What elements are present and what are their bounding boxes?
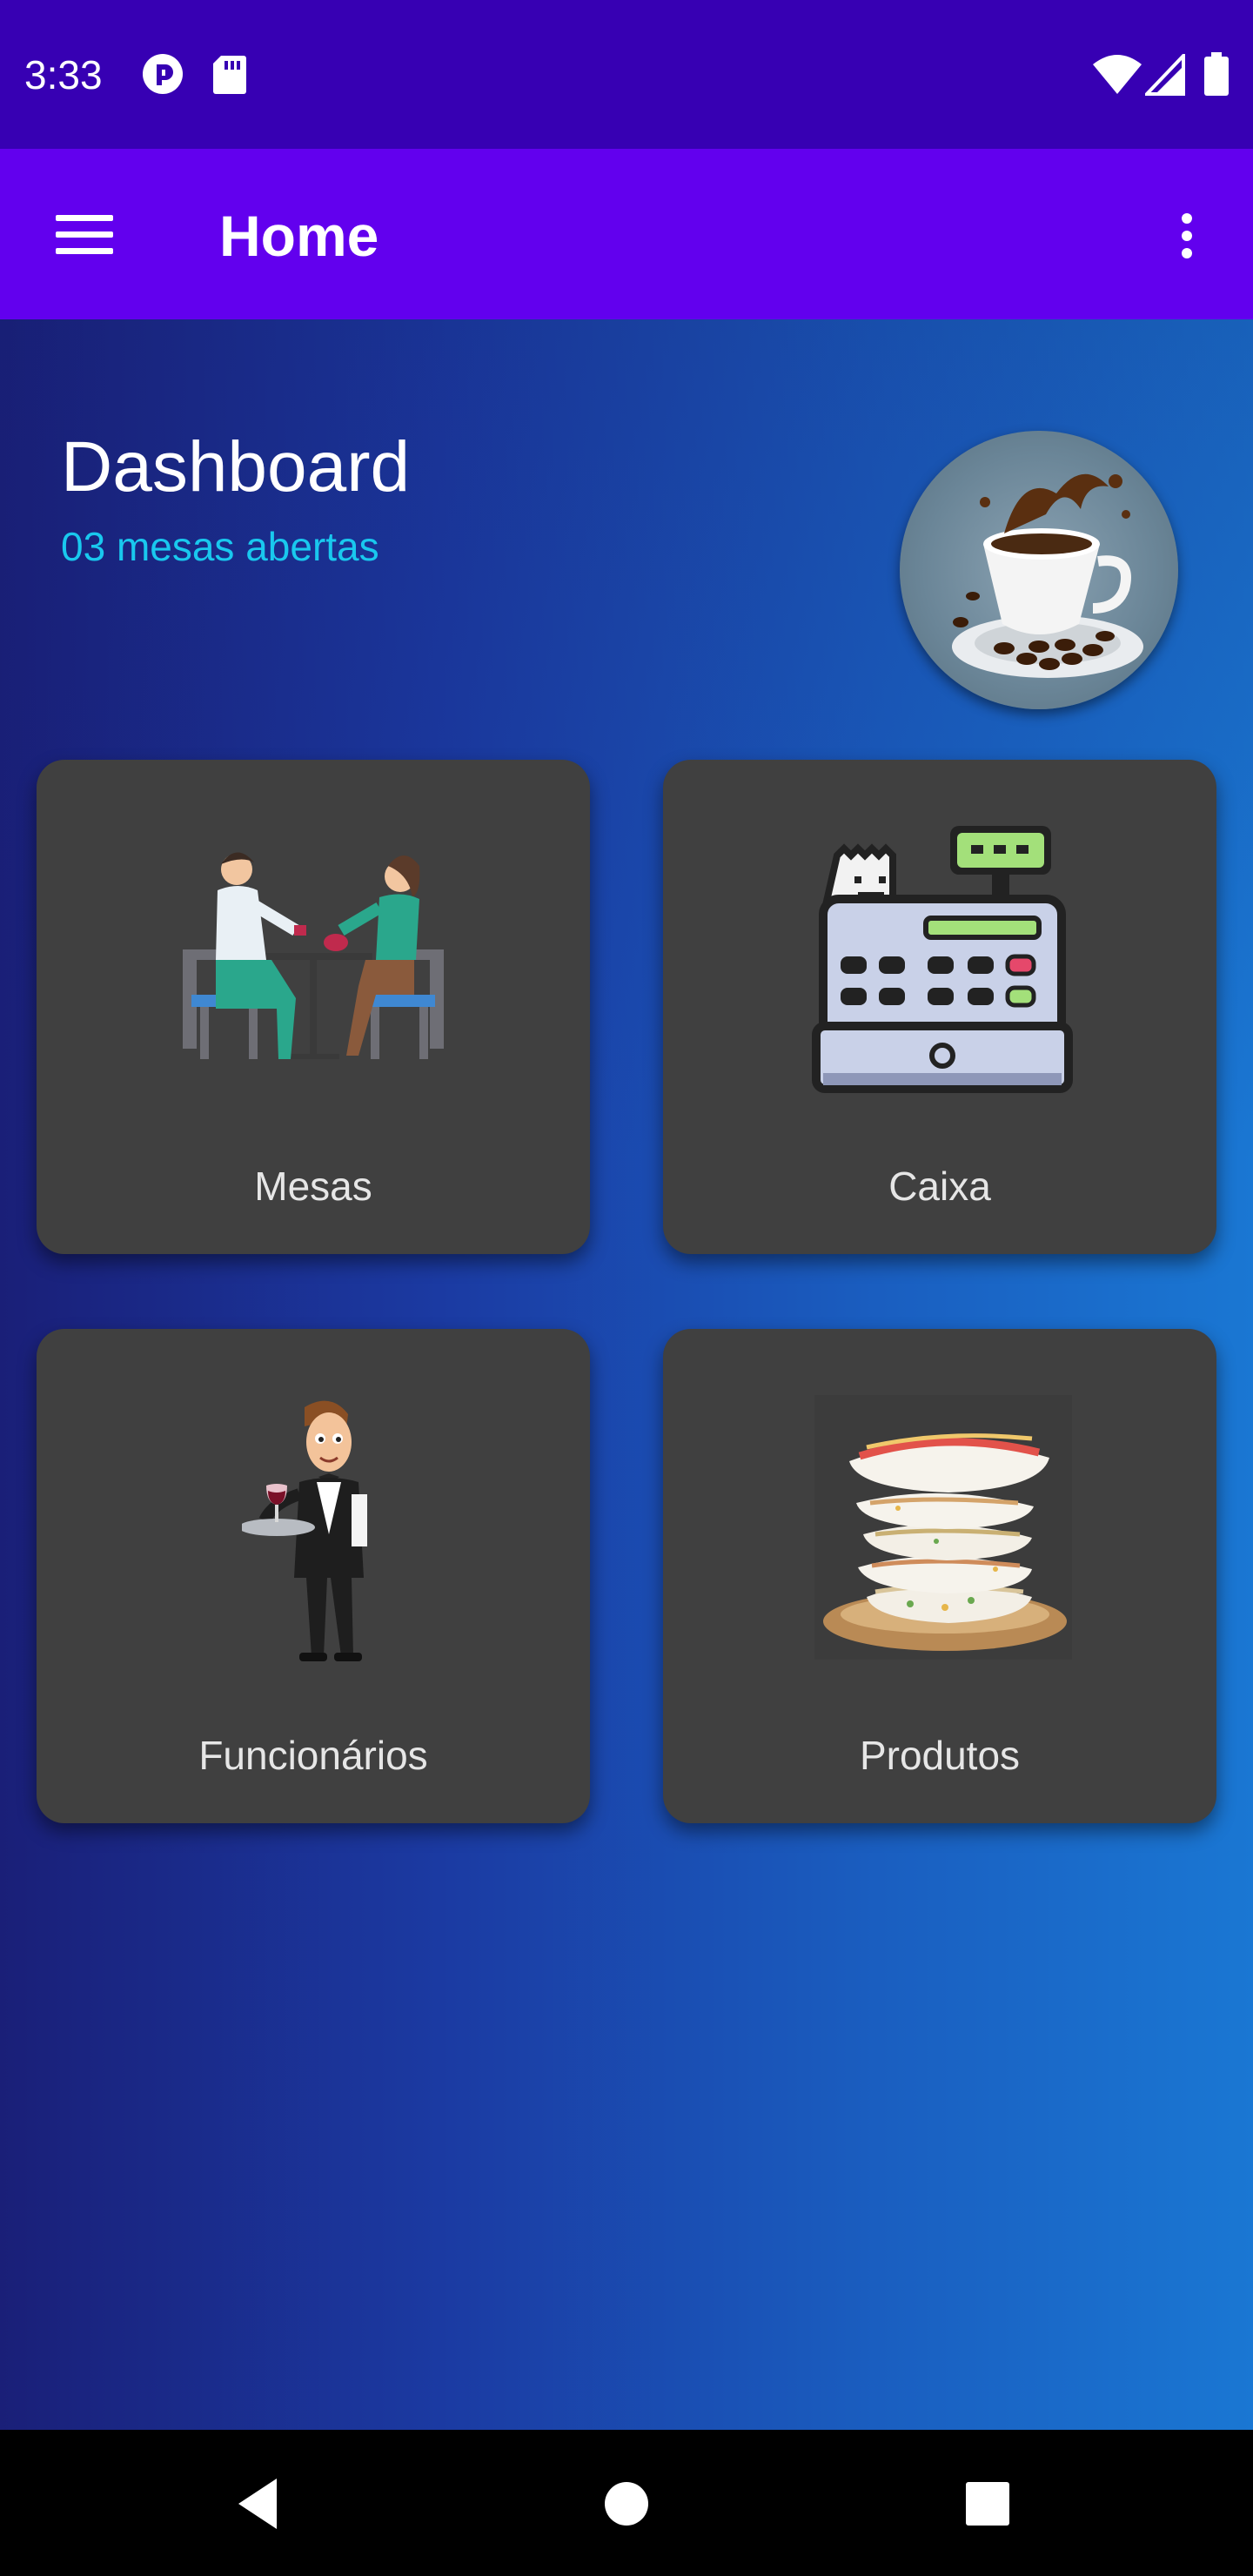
system-navigation-bar <box>0 2430 1253 2576</box>
card-funcionarios-label: Funcionários <box>198 1733 428 1778</box>
status-time: 3:33 <box>24 52 103 97</box>
card-produtos-label: Produtos <box>859 1733 1021 1778</box>
wifi-icon <box>1093 55 1142 94</box>
card-mesas[interactable]: Mesas <box>37 760 590 1254</box>
recents-square-icon[interactable] <box>948 2465 1027 2543</box>
dashboard-title: Dashboard <box>61 427 411 506</box>
home-circle-icon[interactable] <box>587 2465 666 2543</box>
signal-icon <box>1145 54 1185 96</box>
hamburger-menu-icon[interactable] <box>44 196 127 274</box>
card-produtos[interactable]: Produtos <box>663 1329 1216 1823</box>
open-tables-count: 03 mesas abertas <box>61 524 379 569</box>
sd-card-icon <box>213 56 246 94</box>
cash-register-illustration <box>812 826 1073 1093</box>
card-caixa-label: Caixa <box>888 1164 991 1209</box>
coffee-avatar[interactable] <box>900 431 1178 709</box>
more-vert-icon[interactable] <box>1157 201 1215 271</box>
battery-icon <box>1204 52 1229 96</box>
restaurant-table-illustration <box>183 852 444 1059</box>
status-bar: 3:33 <box>0 0 1253 149</box>
dashboard-content: Dashboard 03 mesas abertas Mesas Caixa F… <box>0 319 1253 2430</box>
notification-app-icon <box>143 54 183 94</box>
coffee-cup-icon <box>952 473 1143 678</box>
waiter-illustration <box>242 1400 367 1661</box>
card-mesas-label: Mesas <box>254 1164 372 1209</box>
tapioca-stack-illustration <box>814 1395 1072 1660</box>
card-funcionarios[interactable]: Funcionários <box>37 1329 590 1823</box>
card-caixa[interactable]: Caixa <box>663 760 1216 1254</box>
page-title: Home <box>219 204 379 268</box>
app-bar: Home <box>0 149 1253 319</box>
back-triangle-icon[interactable] <box>221 2465 299 2543</box>
